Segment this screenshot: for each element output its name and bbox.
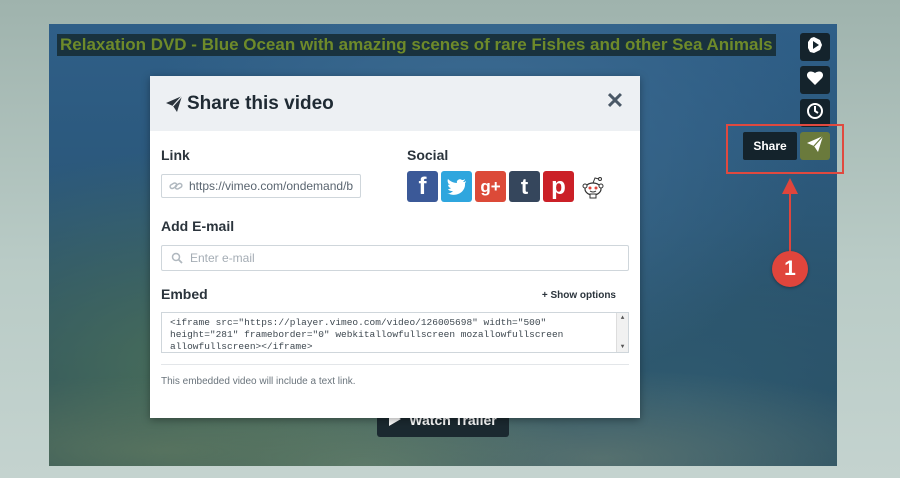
share-modal: Share this video ✕ Link https://vimeo.co…: [150, 76, 640, 418]
scroll-down-icon[interactable]: ▼: [617, 342, 628, 351]
callout-1: 1: [772, 251, 808, 287]
link-label: Link: [161, 147, 190, 163]
close-icon: ✕: [605, 88, 625, 113]
twitter-icon[interactable]: [441, 171, 472, 202]
reddit-icon[interactable]: [577, 171, 608, 202]
search-icon: [171, 252, 183, 264]
google-plus-icon[interactable]: g+: [475, 171, 506, 202]
email-field[interactable]: Enter e-mail: [161, 245, 629, 271]
show-options-link[interactable]: + Show options: [542, 290, 616, 301]
social-label: Social: [407, 147, 449, 163]
close-button[interactable]: ✕: [604, 90, 626, 112]
modal-header: Share this video ✕: [150, 76, 640, 131]
facebook-icon[interactable]: f: [407, 171, 438, 202]
divider: [161, 364, 629, 365]
email-label: Add E-mail: [161, 218, 235, 234]
embed-code-textarea[interactable]: <iframe src="https://player.vimeo.com/vi…: [161, 312, 629, 353]
link-field[interactable]: https://vimeo.com/ondemand/b: [161, 174, 361, 198]
scroll-up-icon[interactable]: ▲: [617, 313, 628, 322]
paper-plane-icon: [165, 95, 183, 113]
link-value: https://vimeo.com/ondemand/b: [189, 179, 354, 193]
chain-link-icon: [169, 180, 183, 192]
modal-title: Share this video: [187, 92, 334, 114]
embed-label: Embed: [161, 286, 208, 302]
tumblr-icon[interactable]: t: [509, 171, 540, 202]
embed-code: <iframe src="https://player.vimeo.com/vi…: [170, 317, 564, 352]
embed-scrollbar[interactable]: ▲ ▼: [616, 313, 628, 352]
email-placeholder: Enter e-mail: [190, 251, 255, 265]
pinterest-icon[interactable]: p: [543, 171, 574, 202]
social-buttons: f g+ t p: [407, 171, 608, 202]
embed-note: This embedded video will include a text …: [161, 376, 356, 387]
